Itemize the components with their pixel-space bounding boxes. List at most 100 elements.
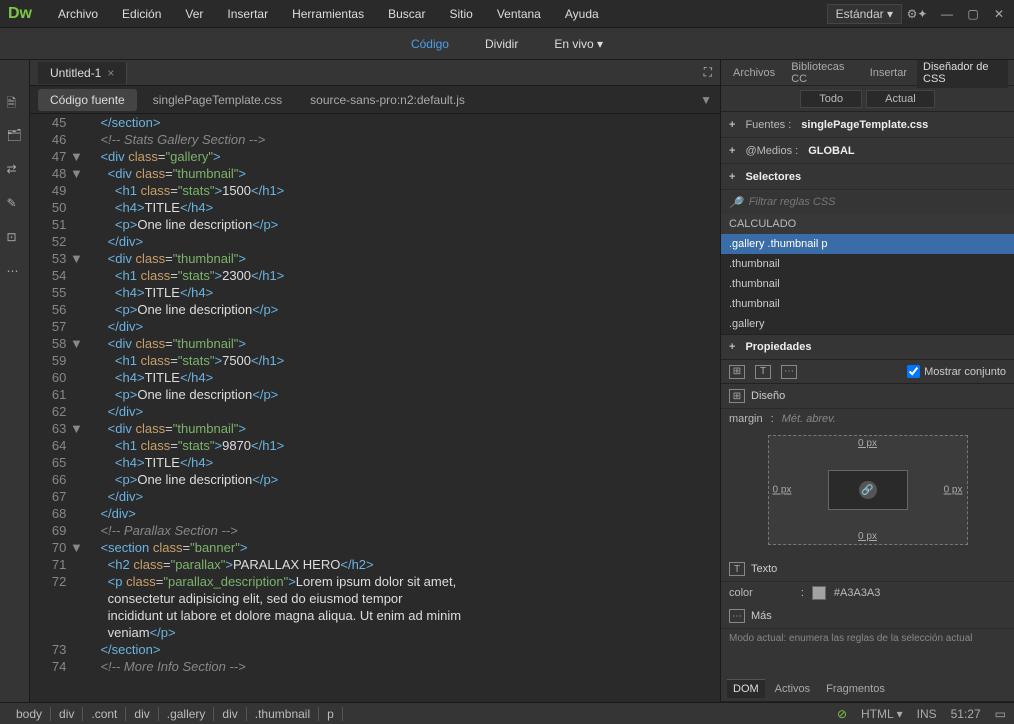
add-selector-icon[interactable]: +: [729, 171, 735, 183]
maximize-button[interactable]: ▢: [966, 7, 980, 21]
filter-files-icon[interactable]: ▼: [700, 93, 712, 107]
tab-insertar[interactable]: Insertar: [864, 64, 913, 82]
css-mode-switch: Todo Actual: [721, 86, 1014, 112]
crumb[interactable]: .thumbnail: [247, 707, 319, 721]
selector-item[interactable]: .thumbnail: [721, 254, 1014, 274]
selectors-header[interactable]: + Selectores: [721, 164, 1014, 190]
insert-mode[interactable]: INS: [917, 707, 937, 721]
cat-layout[interactable]: ⊞ Diseño: [721, 384, 1014, 409]
file-tab-source[interactable]: Código fuente: [38, 89, 137, 111]
status-ok-icon[interactable]: ⊘: [837, 707, 847, 721]
overview-icon[interactable]: ▭: [995, 707, 1006, 721]
cat-more[interactable]: ⋯ Más: [721, 604, 1014, 629]
text-icon: T: [729, 562, 745, 576]
layout-icon: ⊞: [729, 389, 745, 403]
menu-herramientas[interactable]: Herramientas: [282, 3, 374, 25]
menu-archivo[interactable]: Archivo: [48, 3, 108, 25]
extract-icon[interactable]: ⇄: [7, 162, 23, 178]
margin-box[interactable]: 0 px 0 px 0 px 0 px 🔗: [768, 435, 968, 545]
margin-right-value[interactable]: 0 px: [944, 485, 963, 496]
color-swatch[interactable]: [812, 586, 826, 600]
editor-area: Untitled-1× ⛶ Código fuente singlePageTe…: [30, 60, 720, 702]
left-toolbar: 🗎 🗂 ⇄ ✎ ⊡ ⋯: [0, 60, 30, 702]
view-switcher: Código Dividir En vivo ▾: [0, 28, 1014, 60]
mode-current[interactable]: Actual: [866, 90, 935, 108]
lang-indicator[interactable]: HTML ▾: [861, 707, 903, 721]
margin-row: margin : Mét. abrev.: [721, 409, 1014, 429]
margin-top-value[interactable]: 0 px: [858, 438, 877, 449]
media-row[interactable]: + @Medios : GLOBAL: [721, 138, 1014, 164]
crumb[interactable]: div: [126, 707, 158, 721]
more-cat-icon[interactable]: ⋯: [781, 365, 797, 379]
sync-settings-icon[interactable]: ⚙✦: [910, 7, 924, 21]
crumb[interactable]: div: [214, 707, 246, 721]
panel-tabs-bottom: DOM Activos Fragmentos: [721, 676, 1014, 702]
minimize-button[interactable]: —: [940, 7, 954, 21]
mode-description: Modo actual: enumera las reglas de la se…: [721, 629, 1014, 648]
tab-fragmentos[interactable]: Fragmentos: [820, 680, 891, 698]
tab-css-designer[interactable]: Diseñador de CSS: [917, 60, 1008, 88]
more-icon[interactable]: ⋯: [7, 264, 23, 280]
workspace-dropdown[interactable]: Estándar ▾: [827, 4, 902, 24]
file-icon[interactable]: 🗎: [7, 94, 23, 110]
add-property-icon[interactable]: +: [729, 341, 735, 353]
box-model: 0 px 0 px 0 px 0 px 🔗: [721, 429, 1014, 557]
wand-icon[interactable]: ✎: [7, 196, 23, 212]
selector-item[interactable]: .thumbnail: [721, 294, 1014, 314]
menu-ayuda[interactable]: Ayuda: [555, 3, 609, 25]
breadcrumbs: bodydiv.contdiv.gallerydiv.thumbnailp: [8, 707, 343, 721]
tab-dom[interactable]: DOM: [727, 679, 765, 698]
view-live[interactable]: En vivo ▾: [546, 33, 611, 55]
file-tab-css[interactable]: singlePageTemplate.css: [141, 89, 294, 111]
cursor-position: 51:27: [951, 707, 981, 721]
menubar: Dw ArchivoEdiciónVerInsertarHerramientas…: [0, 0, 1014, 28]
manage-icon[interactable]: 🗂: [7, 128, 23, 144]
content-box: 🔗: [828, 470, 908, 510]
margin-left-value[interactable]: 0 px: [773, 485, 792, 496]
doc-tab-untitled[interactable]: Untitled-1×: [38, 62, 127, 84]
menu-ver[interactable]: Ver: [175, 3, 213, 25]
menu-insertar[interactable]: Insertar: [217, 3, 278, 25]
expand-doc-icon[interactable]: ⛶: [704, 65, 712, 80]
code-editor[interactable]: 45 46 47 ▼48 ▼49 50 51 52 53 ▼54 55 56 5…: [30, 114, 720, 702]
computed-header: CALCULADO: [721, 214, 1014, 234]
cat-text[interactable]: T Texto: [721, 557, 1014, 582]
tab-bibliotecas[interactable]: Bibliotecas CC: [785, 60, 860, 88]
add-source-icon[interactable]: +: [729, 119, 735, 131]
menu-sitio[interactable]: Sitio: [439, 3, 482, 25]
selector-item[interactable]: .thumbnail: [721, 274, 1014, 294]
menu-ventana[interactable]: Ventana: [487, 3, 551, 25]
color-row[interactable]: color : #A3A3A3: [721, 582, 1014, 604]
selector-item[interactable]: .gallery: [721, 314, 1014, 334]
crumb[interactable]: p: [319, 707, 343, 721]
right-panel: Archivos Bibliotecas CC Insertar Diseñad…: [720, 60, 1014, 702]
tab-activos[interactable]: Activos: [769, 680, 816, 698]
close-button[interactable]: ✕: [992, 7, 1006, 21]
selector-item[interactable]: .gallery .thumbnail p: [721, 234, 1014, 254]
close-tab-icon[interactable]: ×: [107, 66, 114, 80]
document-tabs: Untitled-1× ⛶: [30, 60, 720, 86]
link-values-icon[interactable]: 🔗: [859, 481, 877, 499]
margin-bottom-value[interactable]: 0 px: [858, 531, 877, 542]
menu-items: ArchivoEdiciónVerInsertarHerramientasBus…: [48, 3, 609, 25]
menu-edición[interactable]: Edición: [112, 3, 171, 25]
expand-icon[interactable]: ⊡: [7, 230, 23, 246]
view-code[interactable]: Código: [403, 33, 457, 55]
tab-archivos[interactable]: Archivos: [727, 64, 781, 82]
text-cat-icon[interactable]: T: [755, 365, 771, 379]
crumb[interactable]: .gallery: [159, 707, 215, 721]
crumb[interactable]: .cont: [83, 707, 126, 721]
add-media-icon[interactable]: +: [729, 145, 735, 157]
sources-row[interactable]: + Fuentes : singlePageTemplate.css: [721, 112, 1014, 138]
file-tab-js[interactable]: source-sans-pro:n2:default.js: [298, 89, 477, 111]
filter-rules-input[interactable]: 🔎 Filtrar reglas CSS: [721, 190, 1014, 214]
layout-cat-icon[interactable]: ⊞: [729, 365, 745, 379]
search-icon: 🔎: [729, 196, 743, 209]
crumb[interactable]: body: [8, 707, 51, 721]
mode-all[interactable]: Todo: [800, 90, 862, 108]
crumb[interactable]: div: [51, 707, 83, 721]
view-split[interactable]: Dividir: [477, 33, 526, 55]
properties-header[interactable]: + Propiedades: [721, 334, 1014, 360]
show-set-checkbox[interactable]: Mostrar conjunto: [907, 365, 1006, 378]
menu-buscar[interactable]: Buscar: [378, 3, 435, 25]
